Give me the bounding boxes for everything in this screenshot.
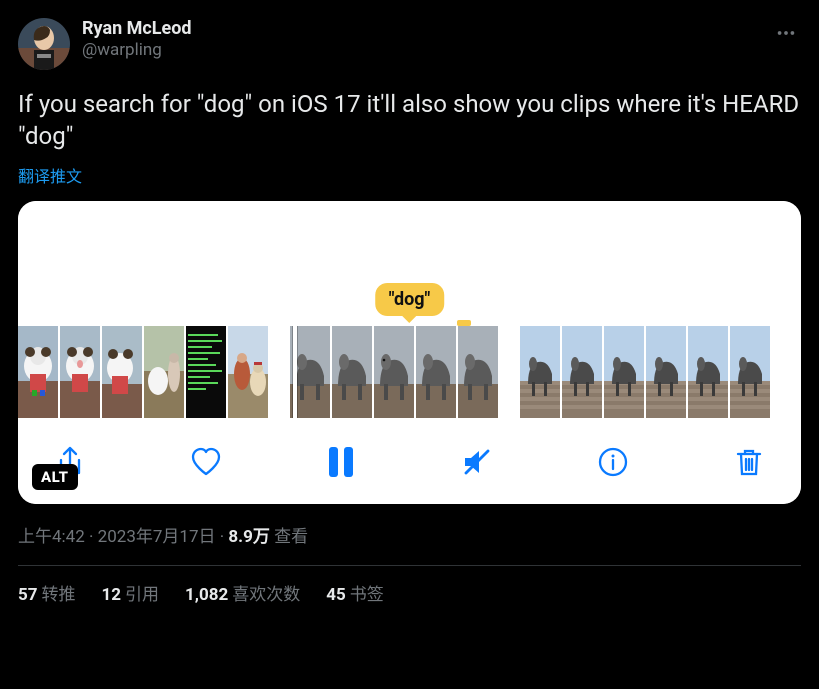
alt-badge[interactable]: ALT (32, 464, 78, 490)
tweet-header: Ryan McLeod @warpling (18, 18, 801, 70)
avatar-image (18, 18, 70, 70)
user-block: Ryan McLeod @warpling (82, 18, 771, 60)
trash-icon[interactable] (733, 446, 765, 478)
heart-icon[interactable] (190, 446, 222, 478)
video-frame (604, 326, 644, 418)
tweet-container: Ryan McLeod @warpling If you search for … (0, 0, 819, 605)
video-frame (102, 326, 142, 418)
video-frame (18, 326, 58, 418)
video-frame (688, 326, 728, 418)
meta-time[interactable]: 上午4:42 (18, 527, 85, 547)
media-top-area: "dog" (18, 201, 801, 326)
caption-bubble: "dog" (375, 283, 445, 316)
stat-quotes[interactable]: 12引用 (102, 580, 160, 605)
video-frame (290, 326, 330, 418)
views-label: 查看 (270, 527, 308, 547)
video-frame (144, 326, 184, 418)
stat-retweets[interactable]: 57转推 (18, 580, 76, 605)
video-frame (228, 326, 268, 418)
clip-group-3[interactable] (520, 326, 770, 418)
views-count: 8.9万 (228, 527, 269, 547)
tweet-meta: 上午4:42 · 2023年7月17日 · 8.9万 查看 (18, 522, 801, 547)
video-frame (730, 326, 770, 418)
user-handle[interactable]: @warpling (82, 40, 771, 60)
video-frame (416, 326, 456, 418)
filmstrip (18, 326, 801, 428)
divider (18, 565, 801, 566)
clip-group-1[interactable] (18, 326, 268, 418)
video-frame (60, 326, 100, 418)
stat-likes[interactable]: 1,082喜欢次数 (185, 580, 300, 605)
pause-icon[interactable] (326, 447, 356, 477)
avatar[interactable] (18, 18, 70, 70)
info-icon[interactable] (597, 446, 629, 478)
media-card[interactable]: "dog" (18, 201, 801, 504)
tweet-body: If you search for "dog" on iOS 17 it'll … (18, 88, 801, 153)
meta-date[interactable]: 2023年7月17日 (98, 527, 216, 547)
video-frame (458, 326, 498, 418)
display-name[interactable]: Ryan McLeod (82, 18, 771, 40)
more-icon[interactable] (771, 18, 801, 52)
video-frame (374, 326, 414, 418)
mute-icon[interactable] (461, 446, 493, 478)
video-frame (562, 326, 602, 418)
video-frame (186, 326, 226, 418)
media-toolbar (18, 428, 801, 504)
clip-group-2[interactable] (290, 326, 498, 418)
translate-link[interactable]: 翻译推文 (18, 163, 82, 187)
tweet-stats: 57转推 12引用 1,082喜欢次数 45书签 (18, 580, 801, 605)
video-frame (332, 326, 372, 418)
video-frame (646, 326, 686, 418)
video-frame (520, 326, 560, 418)
stat-bookmarks[interactable]: 45书签 (326, 580, 384, 605)
